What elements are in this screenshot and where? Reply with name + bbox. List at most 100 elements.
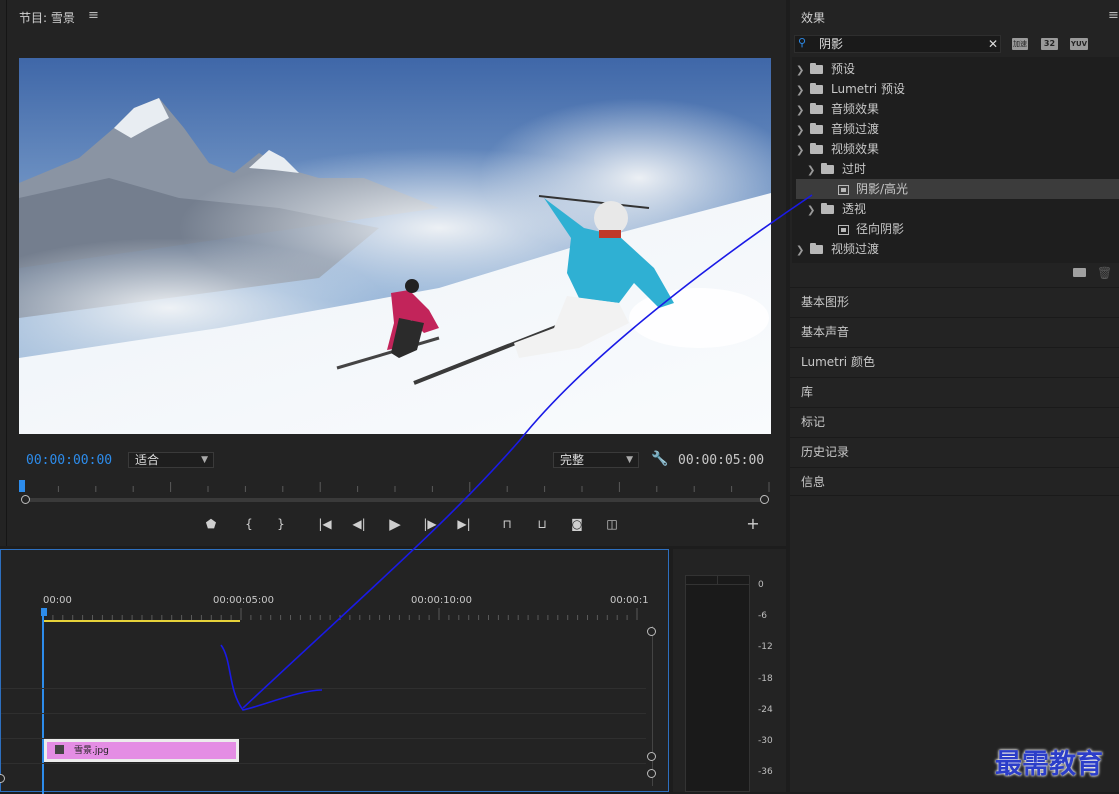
tree-item-presets[interactable]: ❯ 预设 <box>796 59 1119 79</box>
new-bin-icon[interactable] <box>1073 268 1086 277</box>
scroll-handle-left[interactable] <box>0 774 5 783</box>
wrench-icon[interactable]: 🔧 <box>651 451 668 467</box>
section-markers[interactable]: 标记 <box>790 407 1119 436</box>
video-clip[interactable]: 雪景.jpg <box>44 739 239 762</box>
chevron-right-icon: ❯ <box>796 105 805 116</box>
quality-dropdown-value: 完整 <box>560 453 585 467</box>
track-divider <box>1 763 646 764</box>
scroll-handle-bottom[interactable] <box>647 752 656 761</box>
hamburger-icon[interactable]: ≡ <box>1108 8 1119 23</box>
db-label: -6 <box>758 611 767 621</box>
audio-meter <box>685 575 750 792</box>
fit-dropdown[interactable]: 适合 ▼ <box>128 452 214 468</box>
mark-in-icon[interactable]: { <box>238 514 260 534</box>
section-libraries[interactable]: 库 <box>790 377 1119 406</box>
folder-icon <box>810 123 823 134</box>
marker-icon[interactable]: ⬟ <box>200 514 222 534</box>
tree-item-label: 音频过渡 <box>831 122 880 136</box>
step-forward-icon[interactable]: |▶ <box>419 514 441 534</box>
effects-tree: ❯ 预设 ❯ Lumetri 预设 ❯ 音频效果 ❯ 音频过渡 ❯ 视频效果 ❯ 过时 阴影… <box>792 57 1119 263</box>
yuv-effects-badge[interactable]: YUV <box>1070 38 1088 50</box>
lift-icon[interactable]: ⊓ <box>496 514 518 534</box>
tree-item-label: 透视 <box>842 202 867 216</box>
clear-search-icon[interactable]: ✕ <box>988 36 998 52</box>
section-essential-sound[interactable]: 基本声音 <box>790 317 1119 346</box>
effect-icon <box>838 224 849 235</box>
ruler-label: 00:00:05:00 <box>213 595 275 606</box>
tree-item-label: Lumetri 预设 <box>831 82 905 96</box>
tree-item-video-effects[interactable]: ❯ 视频效果 <box>796 139 1119 159</box>
tree-item-radial-shadow[interactable]: 径向阴影 <box>796 219 1119 239</box>
search-input[interactable]: 阴影 <box>819 36 843 52</box>
track-divider <box>1 688 646 689</box>
section-lumetri-color[interactable]: Lumetri 颜色 <box>790 347 1119 376</box>
playhead[interactable] <box>19 480 25 492</box>
tree-item-label: 视频效果 <box>831 142 880 156</box>
zoom-handle-left[interactable] <box>21 495 30 504</box>
current-timecode[interactable]: 00:00:00:00 <box>26 453 112 468</box>
camera-icon[interactable]: ◙ <box>566 514 588 534</box>
scroll-handle-audio[interactable] <box>647 769 656 778</box>
tree-item-label: 阴影/高光 <box>856 182 909 196</box>
accelerated-effects-badge[interactable]: 加速 <box>1012 38 1028 50</box>
timeline-playhead[interactable] <box>42 608 44 794</box>
section-essential-graphics[interactable]: 基本图形 <box>790 287 1119 316</box>
compare-icon[interactable]: ◫ <box>601 514 623 534</box>
chevron-right-icon: ❯ <box>796 125 805 136</box>
tree-item-obsolete[interactable]: ❯ 过时 <box>796 159 1119 179</box>
32bit-effects-badge[interactable]: 32 <box>1041 38 1058 50</box>
audio-meter-panel <box>673 549 786 792</box>
add-icon[interactable]: + <box>742 514 764 534</box>
db-label: -24 <box>758 705 773 715</box>
folder-icon <box>810 103 823 114</box>
program-time-ruler[interactable] <box>19 480 771 494</box>
preset-folder-icon <box>810 63 823 74</box>
tree-item-video-transitions[interactable]: ❯ 视频过渡 <box>796 239 1119 259</box>
chevron-down-icon: ❯ <box>807 205 816 216</box>
go-to-in-icon[interactable]: |◀ <box>314 514 336 534</box>
tree-item-label: 视频过渡 <box>831 242 880 256</box>
tree-item-lumetri-presets[interactable]: ❯ Lumetri 预设 <box>796 79 1119 99</box>
zoom-scrollbar[interactable] <box>26 498 766 502</box>
tree-item-audio-effects[interactable]: ❯ 音频效果 <box>796 99 1119 119</box>
chevron-down-icon: ▼ <box>201 455 208 465</box>
mark-out-icon[interactable]: } <box>270 514 292 534</box>
tree-item-audio-transitions[interactable]: ❯ 音频过渡 <box>796 119 1119 139</box>
section-info[interactable]: 信息 <box>790 467 1119 496</box>
ruler-label: 00:00 <box>43 595 72 606</box>
chevron-right-icon: ❯ <box>796 245 805 256</box>
image-clip-icon <box>55 745 64 754</box>
duration-timecode: 00:00:05:00 <box>678 453 765 468</box>
video-preview[interactable] <box>19 58 771 434</box>
meter-channel-divider <box>717 576 718 584</box>
program-monitor-title[interactable]: 节目: 雪景 <box>19 9 75 26</box>
clip-label: 雪景.jpg <box>74 746 109 756</box>
tree-item-perspective[interactable]: ❯ 透视 <box>796 199 1119 219</box>
timeline-panel: 00:00 00:00:05:00 00:00:10:00 00:00:1 雪景… <box>0 549 669 794</box>
timeline-playhead-head[interactable] <box>41 608 47 616</box>
work-area-bar[interactable] <box>43 620 240 622</box>
db-label: 0 <box>758 580 764 590</box>
vertical-scroll-track[interactable] <box>652 626 653 786</box>
db-label: -18 <box>758 674 773 684</box>
go-to-out-icon[interactable]: ▶| <box>453 514 475 534</box>
play-icon[interactable]: ▶ <box>384 514 406 534</box>
section-history[interactable]: 历史记录 <box>790 437 1119 466</box>
chevron-down-icon: ❯ <box>796 145 805 156</box>
clip-body: 雪景.jpg <box>47 742 236 759</box>
zoom-handle-right[interactable] <box>760 495 769 504</box>
folder-icon <box>821 203 834 214</box>
quality-dropdown[interactable]: 完整 ▼ <box>553 452 639 468</box>
timeline-ruler[interactable] <box>43 608 647 620</box>
effects-panel-title[interactable]: 效果 <box>801 9 825 26</box>
tree-item-shadow-highlight[interactable]: 阴影/高光 <box>796 179 1119 199</box>
delete-icon[interactable]: 🗑 <box>1097 266 1112 280</box>
effect-icon <box>838 184 849 195</box>
step-back-icon[interactable]: ◀| <box>348 514 370 534</box>
tree-item-label: 径向阴影 <box>856 222 905 236</box>
scroll-handle-top[interactable] <box>647 627 656 636</box>
extract-icon[interactable]: ⊔ <box>531 514 553 534</box>
chevron-down-icon: ▼ <box>626 455 633 465</box>
effects-search-box[interactable]: ⚲ 阴影 ✕ <box>794 35 1001 53</box>
hamburger-icon[interactable]: ≡ <box>88 8 99 23</box>
